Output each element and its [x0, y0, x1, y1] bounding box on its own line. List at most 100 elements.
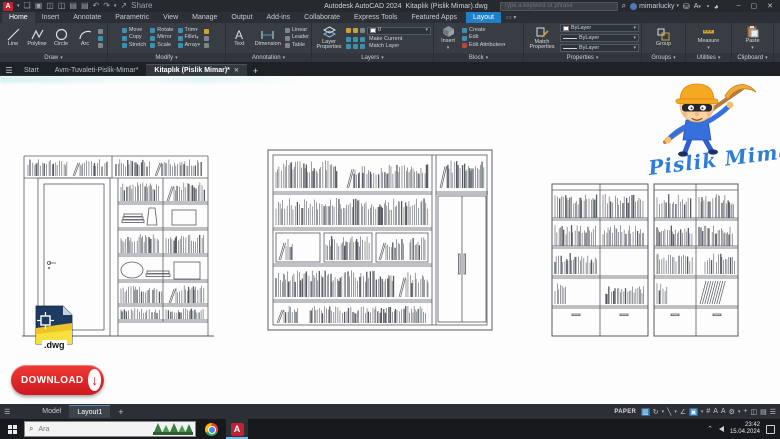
insert-tool[interactable]: Insert ▾ — [436, 25, 460, 52]
customization-menu-icon[interactable]: ☰ — [770, 408, 776, 416]
ribbon-tab-featured-apps[interactable]: Featured Apps — [404, 12, 464, 23]
close-tab-icon[interactable]: ✕ — [234, 67, 239, 74]
double-bookshelf-drawing[interactable] — [550, 180, 740, 350]
rotate-tool[interactable]: Rotate — [150, 28, 173, 34]
save-icon[interactable]: ◫ — [46, 2, 54, 10]
new-layout-plus-icon[interactable]: + — [110, 407, 131, 417]
taskbar-search[interactable]: ⌕ — [24, 421, 196, 437]
lineweight-display-icon[interactable]: # — [706, 408, 710, 415]
workspace-switching-icon[interactable]: + — [743, 408, 747, 415]
create-block-tool[interactable]: Create — [462, 28, 505, 34]
annotation-scale-gear-icon[interactable]: ⚙ — [729, 408, 735, 416]
save-as-icon[interactable]: ◫ — [58, 2, 66, 10]
layout-tabs-menu-icon[interactable]: ☰ — [4, 408, 10, 416]
snap-dropdown-icon[interactable]: ▾ — [662, 409, 665, 415]
scale-tool[interactable]: Scale — [150, 43, 173, 49]
snap-mode-icon[interactable]: ↻ — [653, 408, 659, 416]
file-tab-avm-tuvaleti[interactable]: Avm-Tuvaleti-Pislik-Mimar* — [47, 64, 147, 76]
help-icon[interactable]: ◕ — [714, 2, 719, 11]
plot-icon[interactable]: ▤ — [69, 2, 77, 10]
trim-tool[interactable]: Trim▾ — [178, 28, 201, 34]
isodraft-icon[interactable]: ∠ — [680, 408, 686, 416]
share-icon[interactable]: ↗ — [120, 2, 127, 10]
open-folder-icon[interactable]: ▣ — [35, 2, 43, 10]
layers-panel-label[interactable]: Layers▾ — [312, 53, 433, 62]
layout1-tab[interactable]: Layout1 — [69, 405, 110, 418]
modify-panel-label[interactable]: Modify▾ — [108, 53, 225, 62]
fillet-tool[interactable]: Fillet▾ — [178, 35, 201, 41]
leader-tool[interactable]: Leader — [285, 35, 309, 41]
autodesk-a-icon[interactable]: A▾ — [694, 3, 701, 10]
layer-freeze-icon[interactable] — [353, 28, 358, 33]
linear-tool[interactable]: Linear — [285, 28, 309, 34]
grid-toggle-icon[interactable]: ▥ — [641, 408, 650, 416]
bookshelf-cabinet-drawing[interactable] — [266, 148, 494, 334]
isolate-objects-icon[interactable]: ▤ — [760, 408, 767, 416]
app-menu-arrow-icon[interactable]: ▾ — [17, 3, 20, 9]
username[interactable]: mimarlucky — [639, 3, 674, 10]
minimize-button[interactable]: – — [737, 2, 741, 10]
model-tab[interactable]: Model — [34, 405, 69, 418]
account-menu[interactable]: mimarlucky ▾ — [630, 3, 679, 10]
array-tool[interactable]: Array▾ — [178, 43, 201, 49]
clipboard-panel-label[interactable]: Clipboard▾ — [732, 53, 773, 62]
paper-space-label[interactable]: PAPER — [614, 409, 636, 415]
account-dropdown-icon[interactable]: ▾ — [677, 3, 680, 9]
paste-tool[interactable]: Paste ▾ — [741, 25, 765, 52]
ribbon-options-icon[interactable]: ▭ ▾ — [501, 12, 521, 23]
annotation-visibility-icon[interactable]: A — [713, 408, 718, 415]
new-file-icon[interactable]: ❏ — [24, 2, 31, 10]
ribbon-tab-insert[interactable]: Insert — [35, 12, 67, 23]
stretch-tool[interactable]: Stretch — [122, 43, 146, 49]
match-layer-tool[interactable]: Match Layer — [346, 44, 431, 50]
layer-lock-icon[interactable] — [360, 28, 365, 33]
notifications-bell-icon[interactable]: ◔ — [705, 2, 710, 11]
object-color-dropdown[interactable]: ByLayer▾ — [560, 24, 639, 32]
ribbon-tab-output[interactable]: Output — [224, 12, 259, 23]
ribbon-tab-annotate[interactable]: Annotate — [66, 12, 108, 23]
volume-icon[interactable] — [719, 426, 724, 432]
print-icon[interactable]: ▤ — [81, 2, 89, 10]
text-tool[interactable]: A Text — [228, 28, 251, 48]
edit-block-tool[interactable]: Edit — [462, 35, 505, 41]
draw-panel-label[interactable]: Draw▾ — [0, 53, 107, 62]
utilities-panel-label[interactable]: Utilities▾ — [686, 53, 731, 62]
autocad-app-icon[interactable]: A — [3, 2, 13, 11]
modify-extra-tools[interactable] — [204, 29, 211, 48]
drawing-canvas[interactable]: Pislik Mimar .dwg DOWNLOAD ↓ — [0, 76, 780, 404]
ribbon-tab-view[interactable]: View — [156, 12, 185, 23]
measure-tool[interactable]: Measure ▾ — [697, 25, 721, 52]
ribbon-tab-home[interactable]: Home — [2, 12, 35, 23]
autoscale-icon[interactable]: A — [721, 408, 726, 415]
circle-tool[interactable]: Circle — [50, 28, 72, 48]
help-search-input[interactable] — [500, 2, 618, 11]
new-drawing-plus-icon[interactable]: + — [247, 66, 264, 76]
view-panel-label[interactable]: View▾» — [774, 53, 780, 62]
dimension-tool[interactable]: Dimension — [253, 28, 283, 48]
ribbon-tab-collaborate[interactable]: Collaborate — [297, 12, 347, 23]
hidden-icons-chevron[interactable]: ⌃ — [707, 425, 713, 433]
draw-extra-tools[interactable] — [98, 29, 105, 48]
move-tool[interactable]: Move — [122, 28, 146, 34]
make-current-tool[interactable]: Make Current — [346, 37, 431, 43]
line-tool[interactable]: Line — [2, 28, 24, 48]
polar-tracking-icon[interactable]: ╲ — [667, 408, 671, 416]
start-button[interactable] — [0, 419, 24, 439]
mirror-tool[interactable]: Mirror — [150, 35, 173, 41]
undo-icon[interactable]: ↶ — [93, 2, 100, 10]
quick-view-icon[interactable]: ◫ — [750, 408, 757, 416]
qat-dropdown-icon[interactable]: ▾ — [114, 4, 117, 9]
lineweight-dropdown[interactable]: ByLayer▾ — [560, 34, 639, 42]
taskbar-clock[interactable]: 23:42 15.04.2024 — [730, 422, 760, 436]
file-tab-start[interactable]: Start — [16, 64, 47, 76]
share-label[interactable]: Share — [131, 2, 152, 10]
properties-panel-label[interactable]: Properties▾ — [524, 53, 641, 62]
download-button[interactable]: DOWNLOAD ↓ — [11, 365, 104, 395]
osnap-toggle-icon[interactable]: ▣ — [689, 408, 698, 416]
search-icon[interactable]: ⌕ — [622, 1, 626, 11]
copy-tool[interactable]: Copy — [122, 35, 146, 41]
annotation-panel-label[interactable]: Annotation▾ — [226, 53, 311, 62]
close-button[interactable]: ✕ — [767, 2, 773, 10]
ribbon-tab-express-tools[interactable]: Express Tools — [347, 12, 404, 23]
redo-icon[interactable]: ↷ — [103, 2, 110, 10]
